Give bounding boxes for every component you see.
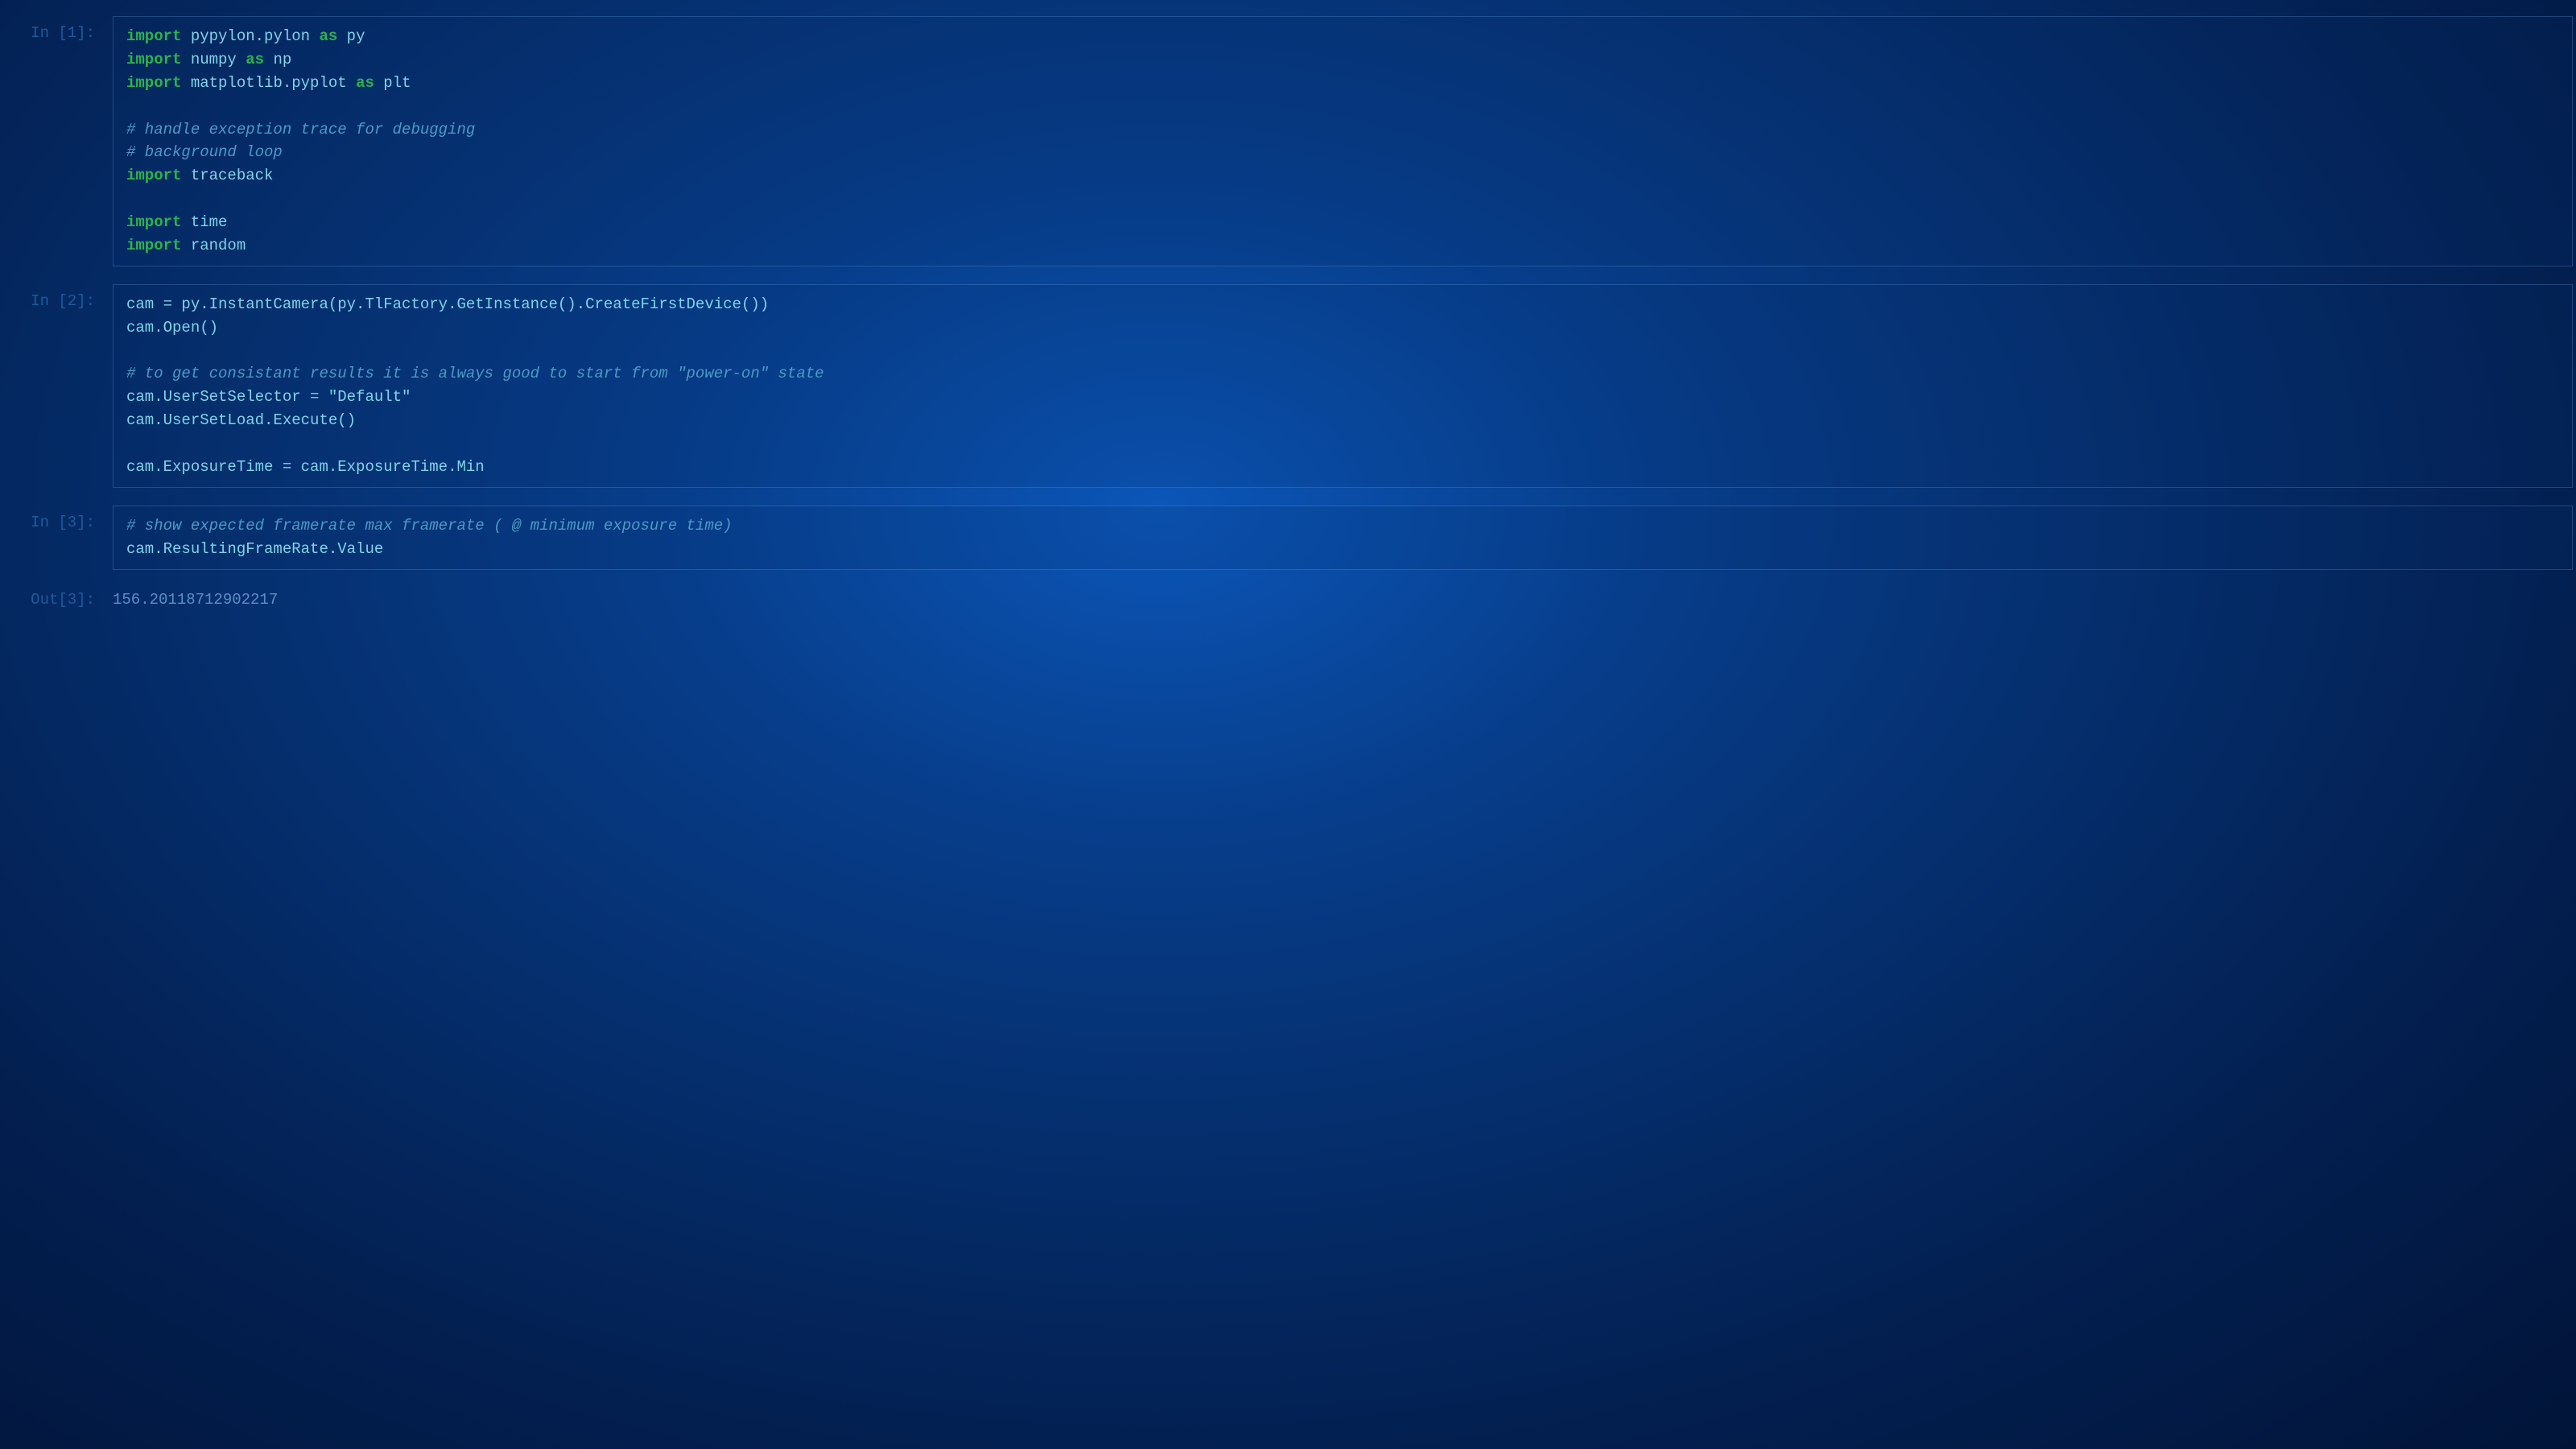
notebook-cells: In [1]:import pypylon.pylon as py import…	[0, 16, 2576, 612]
code-content[interactable]: # show expected framerate max framerate …	[126, 514, 2559, 561]
input-prompt: In [1]:	[0, 16, 113, 266]
code-cell: In [1]:import pypylon.pylon as py import…	[0, 16, 2576, 266]
input-prompt: In [2]:	[0, 284, 113, 488]
code-cell: In [2]:cam = py.InstantCamera(py.TlFacto…	[0, 284, 2576, 488]
code-input-area[interactable]: # show expected framerate max framerate …	[113, 506, 2573, 570]
output-value: 156.20118712902217	[113, 588, 2576, 612]
input-prompt: In [3]:	[0, 506, 113, 570]
code-input-area[interactable]: import pypylon.pylon as py import numpy …	[113, 16, 2573, 266]
output-prompt: Out[3]:	[0, 588, 113, 612]
code-content[interactable]: import pypylon.pylon as py import numpy …	[126, 25, 2559, 258]
output-cell: Out[3]:156.20118712902217	[0, 588, 2576, 612]
code-input-area[interactable]: cam = py.InstantCamera(py.TlFactory.GetI…	[113, 284, 2573, 488]
code-cell: In [3]: # show expected framerate max fra…	[0, 506, 2576, 570]
code-content[interactable]: cam = py.InstantCamera(py.TlFactory.GetI…	[126, 293, 2559, 479]
